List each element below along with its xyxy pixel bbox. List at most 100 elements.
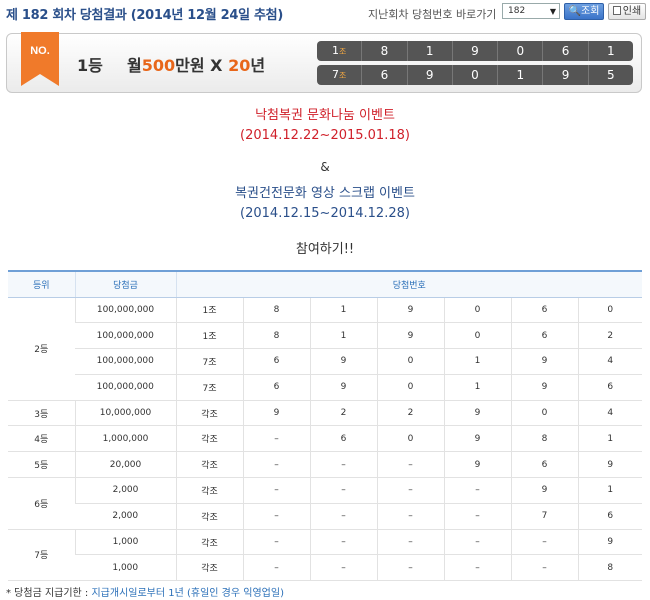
amount-cell: 1,000 xyxy=(74,529,176,556)
table-row: 3등 10,000,000 각조 9 2 2 9 0 4 xyxy=(8,400,642,427)
payment-deadline-note: * 당첨금 지급기한 : 지급개시일로부터 1년 (휴일인 경우 익영업일) xyxy=(6,584,284,599)
first-prize-banner: NO. 1등 월500만원 X 20년 1조 8 1 9 0 6 1 7조 6 … xyxy=(6,32,642,93)
number-cell: – xyxy=(242,477,310,504)
search-icon: 🔍 xyxy=(568,6,582,17)
header-numbers: 당첨번호 xyxy=(175,270,642,298)
results-table: 등위 당첨금 당첨번호 2등 100,000,000 1조 8 1 9 0 6 0 100,000… xyxy=(8,270,642,582)
number-cell: 6 xyxy=(242,374,310,401)
table-row: 4등 1,000,000 각조 –6 0 9 8 1 xyxy=(8,425,642,453)
event1-title-link[interactable]: 낙첨복권 문화나눔 이벤트 xyxy=(0,104,650,123)
number-cell: 0 xyxy=(376,348,444,375)
number-cell: 1 xyxy=(577,425,642,453)
rank-cell: 6등 xyxy=(8,477,75,530)
winning-digit: 5 xyxy=(607,68,615,82)
winning-digit: 1 xyxy=(408,41,453,61)
number-cell: 1 xyxy=(309,322,377,350)
number-cell: 9 xyxy=(376,297,444,324)
number-cell: 2 xyxy=(577,322,642,350)
number-cell: 9 xyxy=(510,374,578,401)
table-row: 100,000,000 7조 6 9 0 1 9 4 xyxy=(8,348,642,375)
table-row: 100,000,000 7조 6 9 0 1 9 6 xyxy=(8,374,642,401)
winning-number-row: 1조 8 1 9 0 6 1 xyxy=(317,41,633,61)
print-button[interactable]: 인쇄 xyxy=(608,3,646,20)
amount-cell: 20,000 xyxy=(74,451,176,479)
number-cell: – xyxy=(309,554,377,582)
table-row: 2등 100,000,000 1조 8 1 9 0 6 0 xyxy=(8,297,642,401)
winning-digit: 9 xyxy=(543,65,589,85)
group-cell: 7조 xyxy=(175,374,243,401)
first-prize-amount: 월500만원 X 20년 xyxy=(127,56,266,75)
number-cell: 6 xyxy=(510,297,578,324)
table-row: 2,000 각조 – – – –7 6 xyxy=(8,503,642,530)
event-ampersand: & xyxy=(320,160,330,174)
number-cell: – xyxy=(443,554,511,582)
winning-digit: 6 xyxy=(543,41,589,61)
number-cell: – xyxy=(242,451,310,479)
table-row: 100,000,000 1조 8 1 9 0 6 2 xyxy=(8,322,642,350)
footnote-label: * 당첨금 지급기한 : xyxy=(6,588,92,599)
number-cell: 8 xyxy=(510,425,578,453)
number-cell: 1 xyxy=(443,374,511,401)
round-select[interactable]: 182 ▼ xyxy=(502,3,560,19)
printer-icon xyxy=(612,6,621,15)
number-cell: 9 xyxy=(443,451,511,479)
number-cell: – xyxy=(309,529,377,556)
number-cell: 9 xyxy=(510,477,578,504)
amount-cell: 1,000 xyxy=(75,554,176,582)
number-cell: 0 xyxy=(376,374,444,401)
badge-text: NO. xyxy=(30,45,50,57)
number-cell: 2 xyxy=(309,400,377,427)
amount-cell: 1,000,000 xyxy=(74,425,176,453)
number-cell: 6 xyxy=(242,348,310,375)
number-cell: – xyxy=(309,503,377,530)
winning-digit: 1 xyxy=(607,44,615,58)
group-cell: 1조 xyxy=(175,297,243,324)
amount-cell: 100,000,000 xyxy=(75,322,176,350)
footnote-text: 지급개시일로부터 1년 (휴일인 경우 익영업일) xyxy=(91,588,284,599)
number-cell: – xyxy=(443,529,511,556)
group-number: 7조 xyxy=(317,65,363,85)
number-cell: – xyxy=(376,477,444,504)
page-title: 제 182 회차 당첨결과 (2014년 12월 24일 추첨) xyxy=(6,8,283,23)
rank-cell: 7등 xyxy=(8,529,75,582)
number-cell: 0 xyxy=(577,297,642,324)
number-cell: – xyxy=(309,451,377,479)
round-nav-label: 지난회차 당첨번호 바로가기 xyxy=(368,8,497,21)
event1-dates: (2014.12.22~2015.01.18) xyxy=(240,128,410,143)
join-event-link[interactable]: 참여하기!! xyxy=(0,238,650,257)
number-cell: 9 xyxy=(242,400,310,427)
search-button[interactable]: 🔍조회 xyxy=(564,3,604,20)
number-cell: 2 xyxy=(376,400,444,427)
number-cell: 8 xyxy=(242,322,310,350)
event2-title-link[interactable]: 복권건전문화 영상 스크랩 이벤트 xyxy=(0,182,650,201)
group-cell: 각조 xyxy=(175,477,243,504)
table-row: 7등 1,000 각조 – – – – –9 xyxy=(8,529,642,582)
number-cell: – xyxy=(510,529,578,556)
amount-cell: 10,000,000 xyxy=(74,400,176,427)
group-number: 1조 xyxy=(317,41,363,61)
number-cell: 1 xyxy=(577,477,642,504)
number-cell: 1 xyxy=(309,297,377,324)
amount-cell: 2,000 xyxy=(75,503,176,530)
group-cell: 각조 xyxy=(175,425,243,453)
group-cell: 각조 xyxy=(175,503,243,530)
event2-dates: (2014.12.15~2014.12.28) xyxy=(240,206,410,221)
winning-digit: 6 xyxy=(362,65,408,85)
number-cell: 6 xyxy=(577,503,642,530)
number-cell: 0 xyxy=(443,297,511,324)
group-cell: 각조 xyxy=(175,554,243,582)
number-cell: 4 xyxy=(577,348,642,375)
group-cell: 1조 xyxy=(175,322,243,350)
search-button-label: 조회 xyxy=(581,6,600,17)
number-cell: 9 xyxy=(577,529,642,556)
rank-cell: 3등 xyxy=(8,400,75,427)
winning-digit: 0 xyxy=(498,41,544,61)
table-row: 5등 20,000 각조 – – –9 6 9 xyxy=(8,451,642,479)
first-prize-rank: 1등 xyxy=(77,56,103,75)
number-cell: 0 xyxy=(443,322,511,350)
results-body: 2등 100,000,000 1조 8 1 9 0 6 0 100,000,000 1조 8 1 9 0 6 2… xyxy=(8,297,642,582)
number-cell: – xyxy=(376,451,444,479)
number-cell: – xyxy=(242,503,310,530)
rank-cell: 2등 xyxy=(8,297,75,401)
number-cell: 6 xyxy=(309,425,377,453)
